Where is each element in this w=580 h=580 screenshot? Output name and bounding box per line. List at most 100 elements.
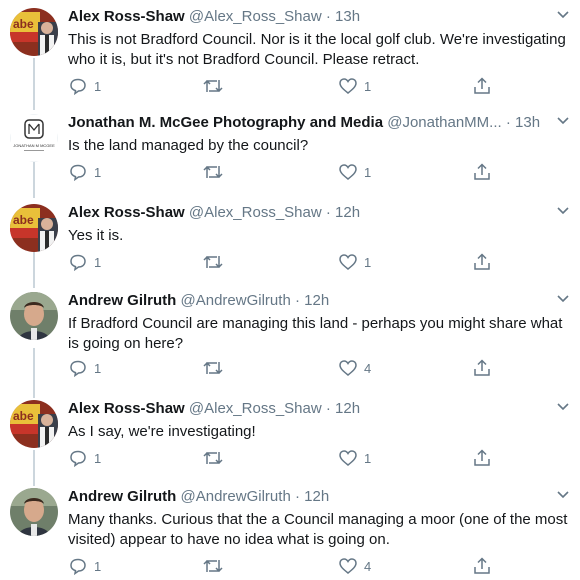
reply-count: 1	[94, 558, 102, 574]
reply-icon	[68, 448, 88, 468]
author-handle[interactable]: @AndrewGilruth	[181, 292, 291, 309]
heart-icon	[338, 556, 358, 576]
reply-icon	[68, 76, 88, 96]
chevron-down-icon[interactable]	[556, 292, 570, 306]
avatar[interactable]: abe	[10, 8, 58, 56]
retweet-button[interactable]	[202, 162, 230, 182]
retweet-button[interactable]	[202, 358, 230, 378]
reply-button[interactable]: 1	[68, 76, 101, 96]
share-button[interactable]	[472, 76, 492, 96]
author-handle[interactable]: @Alex_Ross_Shaw	[189, 204, 322, 221]
like-count: 1	[364, 78, 372, 94]
retweet-icon	[202, 556, 224, 576]
separator: ·	[325, 400, 331, 417]
thread-line	[33, 162, 35, 198]
reply-button[interactable]: 1	[68, 358, 101, 378]
reply-icon	[68, 358, 88, 378]
like-count: 1	[364, 450, 372, 466]
share-icon	[472, 556, 492, 576]
retweet-icon	[202, 252, 224, 272]
like-count: 4	[364, 558, 372, 574]
like-button[interactable]: 4	[338, 358, 371, 378]
share-button[interactable]	[472, 252, 492, 272]
share-icon	[472, 358, 492, 378]
author-name[interactable]: Andrew Gilruth	[68, 488, 176, 505]
share-button[interactable]	[472, 358, 492, 378]
thread-line	[33, 450, 35, 486]
share-icon	[472, 252, 492, 272]
retweet-icon	[202, 358, 224, 378]
author-name[interactable]: Andrew Gilruth	[68, 292, 176, 309]
chevron-down-icon[interactable]	[556, 8, 570, 22]
retweet-icon	[202, 448, 224, 468]
share-button[interactable]	[472, 556, 492, 576]
reply-button[interactable]: 1	[68, 556, 101, 576]
timestamp[interactable]: 13h	[515, 114, 540, 131]
reply-button[interactable]: 1	[68, 162, 101, 182]
like-count: 4	[364, 360, 372, 376]
heart-icon	[338, 252, 358, 272]
timestamp[interactable]: 12h	[335, 400, 360, 417]
separator: ·	[325, 204, 331, 221]
retweet-button[interactable]	[202, 76, 230, 96]
thread-line	[33, 58, 35, 110]
timestamp[interactable]: 12h	[335, 204, 360, 221]
retweet-icon	[202, 76, 224, 96]
timestamp[interactable]: 12h	[304, 292, 329, 309]
like-button[interactable]: 1	[338, 252, 371, 272]
chevron-down-icon[interactable]	[556, 400, 570, 414]
tweet-text: Many thanks. Curious that the a Council …	[68, 511, 568, 548]
author-handle[interactable]: @Alex_Ross_Shaw	[189, 8, 322, 25]
heart-icon	[338, 162, 358, 182]
retweet-button[interactable]	[202, 556, 230, 576]
like-button[interactable]: 4	[338, 556, 371, 576]
timestamp[interactable]: 12h	[304, 488, 329, 505]
logo-text: JONATHAN M MCGEE	[13, 143, 55, 148]
avatar[interactable]: abe	[10, 400, 58, 448]
share-button[interactable]	[472, 448, 492, 468]
avatar[interactable]	[10, 292, 58, 340]
avatar[interactable]: JONATHAN M MCGEE	[10, 114, 58, 162]
reply-count: 1	[94, 360, 102, 376]
author-name[interactable]: Alex Ross-Shaw	[68, 400, 185, 417]
author-handle[interactable]: @AndrewGilruth	[181, 488, 291, 505]
like-button[interactable]: 1	[338, 76, 371, 96]
avatar[interactable]	[10, 488, 58, 536]
tweet-text: Is the land managed by the council?	[68, 137, 309, 154]
like-button[interactable]: 1	[338, 448, 371, 468]
reply-button[interactable]: 1	[68, 252, 101, 272]
share-button[interactable]	[472, 162, 492, 182]
reply-count: 1	[94, 450, 102, 466]
retweet-icon	[202, 162, 224, 182]
chevron-down-icon[interactable]	[556, 488, 570, 502]
reply-icon	[68, 162, 88, 182]
like-count: 1	[364, 254, 372, 270]
separator: ·	[505, 114, 511, 131]
reply-icon	[68, 556, 88, 576]
chevron-down-icon[interactable]	[556, 204, 570, 218]
reply-button[interactable]: 1	[68, 448, 101, 468]
tweet-text: Yes it is.	[68, 227, 124, 244]
author-name[interactable]: Alex Ross-Shaw	[68, 8, 185, 25]
reply-count: 1	[94, 78, 102, 94]
svg-text:abe: abe	[13, 409, 34, 423]
svg-text:abe: abe	[13, 213, 34, 227]
svg-text:abe: abe	[13, 17, 34, 31]
tweet-text: As I say, we're investigating!	[68, 423, 256, 440]
heart-icon	[338, 358, 358, 378]
separator: ·	[294, 488, 300, 505]
avatar[interactable]: abe	[10, 204, 58, 252]
author-name[interactable]: Jonathan M. McGee Photography and Media	[68, 114, 383, 131]
share-icon	[472, 76, 492, 96]
share-icon	[472, 162, 492, 182]
chevron-down-icon[interactable]	[556, 114, 570, 128]
timestamp[interactable]: 13h	[335, 8, 360, 25]
tweet-text: This is not Bradford Council. Nor is it …	[68, 31, 566, 68]
like-button[interactable]: 1	[338, 162, 371, 182]
author-handle[interactable]: @Alex_Ross_Shaw	[189, 400, 322, 417]
reply-count: 1	[94, 254, 102, 270]
author-handle[interactable]: @JonathanMM...	[387, 114, 501, 131]
retweet-button[interactable]	[202, 448, 230, 468]
retweet-button[interactable]	[202, 252, 230, 272]
author-name[interactable]: Alex Ross-Shaw	[68, 204, 185, 221]
